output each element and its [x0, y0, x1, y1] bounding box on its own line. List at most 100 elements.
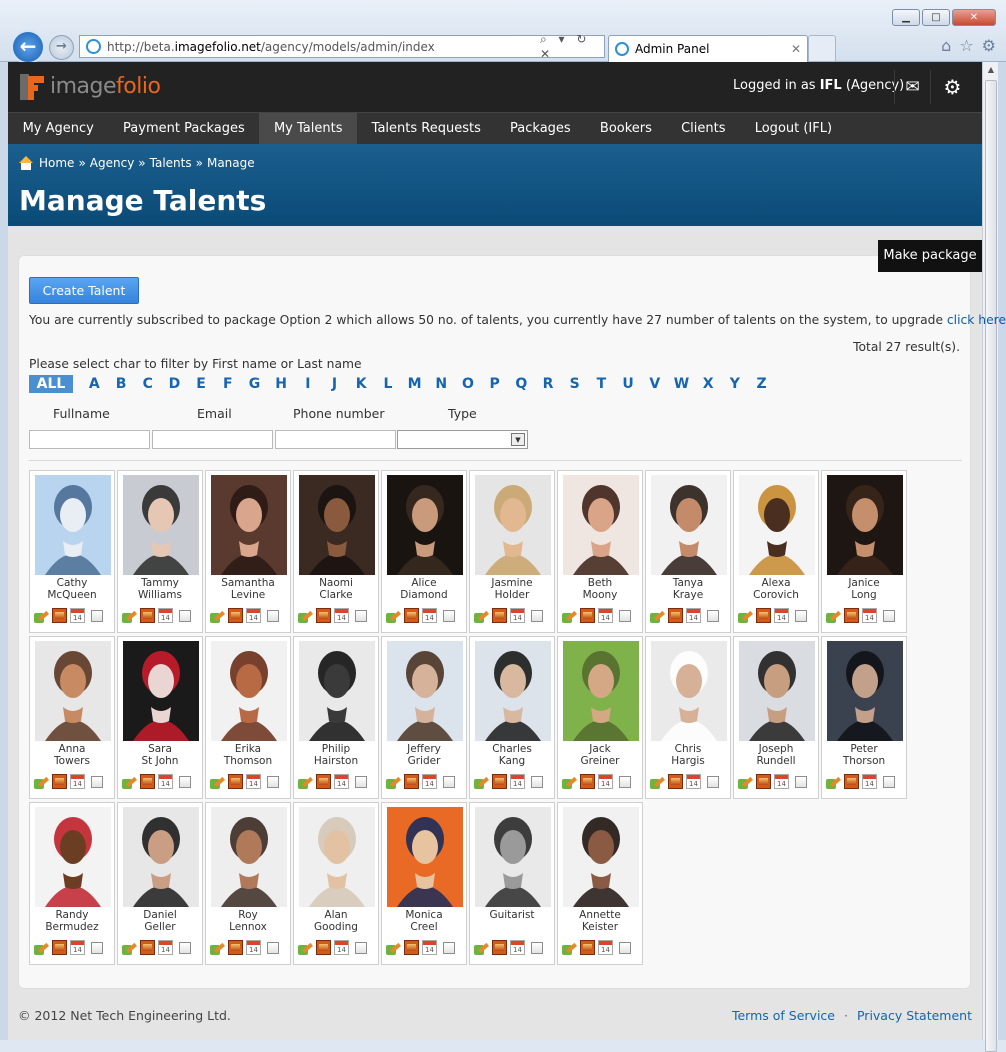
breadcrumb-home[interactable]: Home: [39, 156, 74, 170]
minimize-button[interactable]: ▁: [892, 9, 920, 26]
gallery-icon[interactable]: [404, 608, 419, 623]
select-checkbox[interactable]: [707, 609, 719, 622]
talent-photo[interactable]: [563, 475, 639, 575]
fullname-filter-input[interactable]: [29, 430, 150, 449]
filter-letter-t[interactable]: T: [588, 376, 615, 392]
breadcrumb-talents[interactable]: Talents: [150, 156, 192, 170]
terms-of-service-link[interactable]: Terms of Service: [732, 1008, 835, 1023]
talent-photo[interactable]: [35, 641, 111, 741]
talent-photo[interactable]: [123, 475, 199, 575]
menu-item-payment-packages[interactable]: Payment Packages: [108, 113, 259, 144]
talent-name[interactable]: Philip Hairston: [294, 743, 378, 767]
select-checkbox[interactable]: [179, 941, 191, 954]
calendar-icon[interactable]: 14: [70, 608, 85, 623]
edit-icon[interactable]: [34, 940, 49, 955]
menu-item-logout[interactable]: Logout (IFL): [740, 113, 847, 144]
filter-letter-q[interactable]: Q: [508, 376, 535, 392]
gear-icon[interactable]: ⚙: [930, 70, 974, 104]
menu-item-packages[interactable]: Packages: [495, 113, 585, 144]
talent-name[interactable]: Janice Long: [822, 577, 906, 601]
chevron-down-icon[interactable]: ▼: [511, 433, 525, 446]
edit-icon[interactable]: [210, 774, 225, 789]
gallery-icon[interactable]: [140, 774, 155, 789]
talent-name[interactable]: Guitarist: [470, 909, 554, 921]
filter-letter-b[interactable]: B: [108, 376, 135, 392]
calendar-icon[interactable]: 14: [774, 774, 789, 789]
select-checkbox[interactable]: [883, 609, 895, 622]
edit-icon[interactable]: [826, 608, 841, 623]
gallery-icon[interactable]: [140, 608, 155, 623]
address-url[interactable]: http://beta.imagefolio.net/agency/models…: [107, 40, 540, 54]
select-checkbox[interactable]: [179, 609, 191, 622]
talent-photo[interactable]: [123, 641, 199, 741]
maximize-button[interactable]: □: [922, 9, 950, 26]
talent-name[interactable]: Charles Kang: [470, 743, 554, 767]
calendar-icon[interactable]: 14: [598, 608, 613, 623]
filter-letter-g[interactable]: G: [241, 376, 268, 392]
filter-letter-all[interactable]: ALL: [29, 375, 73, 393]
talent-photo[interactable]: [35, 475, 111, 575]
talent-card[interactable]: Charles Kang 14: [469, 636, 555, 799]
back-arrow-icon[interactable]: ←: [11, 30, 45, 64]
type-filter-select[interactable]: ▼: [397, 430, 528, 449]
imagefolio-logo[interactable]: image folio: [20, 72, 161, 100]
filter-letter-p[interactable]: P: [481, 376, 508, 392]
select-checkbox[interactable]: [443, 941, 455, 954]
talent-name[interactable]: Peter Thorson: [822, 743, 906, 767]
talent-photo[interactable]: [299, 807, 375, 907]
select-checkbox[interactable]: [795, 775, 807, 788]
talent-photo[interactable]: [299, 641, 375, 741]
talent-card[interactable]: Beth Moony 14: [557, 470, 643, 633]
talent-card[interactable]: Naomi Clarke 14: [293, 470, 379, 633]
talent-photo[interactable]: [563, 807, 639, 907]
menu-item-talents-requests[interactable]: Talents Requests: [357, 113, 495, 144]
talent-card[interactable]: Erika Thomson 14: [205, 636, 291, 799]
talent-name[interactable]: Jack Greiner: [558, 743, 642, 767]
edit-icon[interactable]: [474, 940, 489, 955]
talent-photo[interactable]: [739, 475, 815, 575]
menu-item-clients[interactable]: Clients: [667, 113, 741, 144]
calendar-icon[interactable]: 14: [422, 774, 437, 789]
select-checkbox[interactable]: [355, 609, 367, 622]
select-checkbox[interactable]: [91, 609, 103, 622]
calendar-icon[interactable]: 14: [422, 940, 437, 955]
scrollbar-thumb[interactable]: [985, 80, 997, 1052]
talent-card[interactable]: Jack Greiner 14: [557, 636, 643, 799]
filter-letter-m[interactable]: M: [401, 376, 428, 392]
talent-photo[interactable]: [35, 807, 111, 907]
filter-letter-n[interactable]: N: [428, 376, 455, 392]
talent-name[interactable]: Jasmine Holder: [470, 577, 554, 601]
menu-item-my-agency[interactable]: My Agency: [8, 113, 108, 144]
edit-icon[interactable]: [386, 940, 401, 955]
filter-letter-l[interactable]: L: [375, 376, 402, 392]
gallery-icon[interactable]: [404, 940, 419, 955]
edit-icon[interactable]: [122, 940, 137, 955]
create-talent-button[interactable]: Create Talent: [29, 277, 139, 304]
calendar-icon[interactable]: 14: [686, 608, 701, 623]
filter-letter-h[interactable]: H: [268, 376, 295, 392]
gallery-icon[interactable]: [668, 774, 683, 789]
talent-card[interactable]: Alan Gooding 14: [293, 802, 379, 965]
upgrade-link[interactable]: click here: [947, 313, 1006, 327]
filter-letter-v[interactable]: V: [641, 376, 668, 392]
select-checkbox[interactable]: [707, 775, 719, 788]
close-window-button[interactable]: ✕: [952, 9, 996, 26]
calendar-icon[interactable]: 14: [510, 940, 525, 955]
talent-card[interactable]: Anna Towers 14: [29, 636, 115, 799]
edit-icon[interactable]: [386, 774, 401, 789]
talent-name[interactable]: Samantha Levine: [206, 577, 290, 601]
calendar-icon[interactable]: 14: [510, 608, 525, 623]
talent-card[interactable]: Alice Diamond 14: [381, 470, 467, 633]
talent-card[interactable]: Jasmine Holder 14: [469, 470, 555, 633]
talent-photo[interactable]: [563, 641, 639, 741]
filter-letter-k[interactable]: K: [348, 376, 375, 392]
home-icon[interactable]: [19, 156, 33, 170]
filter-letter-e[interactable]: E: [188, 376, 215, 392]
gallery-icon[interactable]: [580, 774, 595, 789]
calendar-icon[interactable]: 14: [246, 774, 261, 789]
menu-item-my-talents[interactable]: My Talents: [259, 113, 358, 144]
filter-letter-d[interactable]: D: [161, 376, 188, 392]
home-toolbar-icon[interactable]: ⌂: [941, 36, 951, 55]
talent-name[interactable]: Randy Bermudez: [30, 909, 114, 933]
talent-card[interactable]: Guitarist 14: [469, 802, 555, 965]
